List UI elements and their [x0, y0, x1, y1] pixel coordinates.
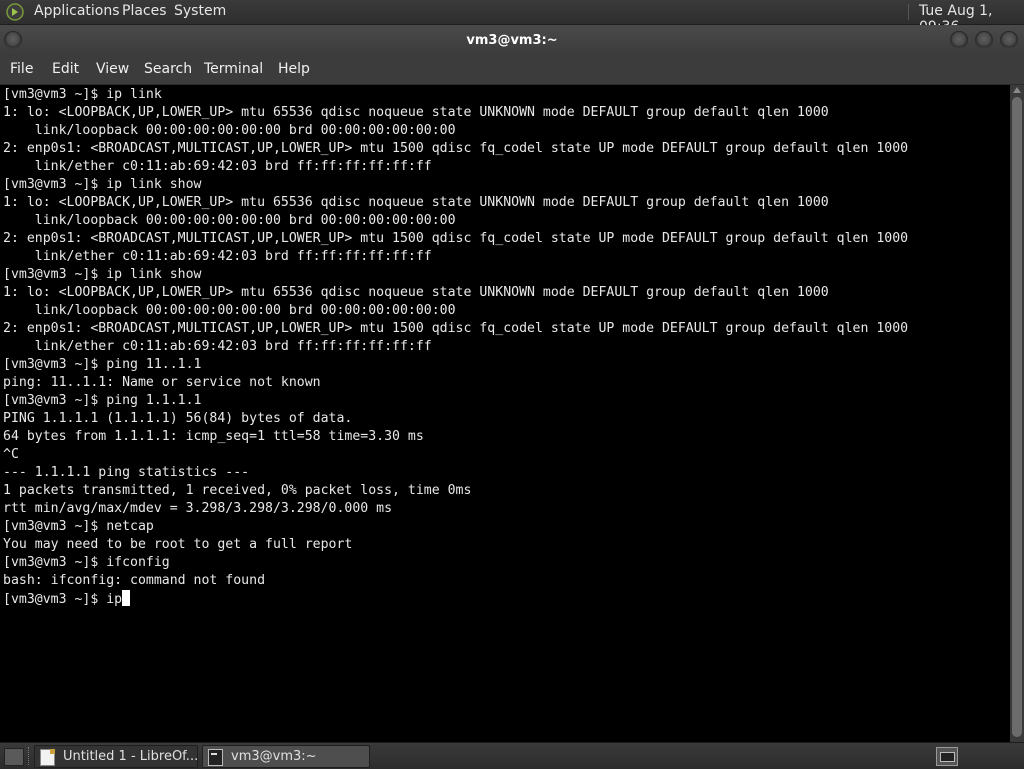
terminal-line: [vm3@vm3 ~]$ ip link: [3, 87, 162, 102]
terminal-line: 2: enp0s1: <BROADCAST,MULTICAST,UP,LOWER…: [3, 141, 909, 156]
menu-view[interactable]: View: [96, 61, 129, 77]
libreoffice-writer-icon: [40, 749, 55, 766]
terminal-line: ping: 11..1.1: Name or service not known: [3, 375, 321, 390]
terminal-lines: [vm3@vm3 ~]$ ip link 1: lo: <LOOPBACK,UP,…: [3, 86, 908, 608]
scrollbar-thumb[interactable]: [1012, 97, 1022, 737]
text-cursor: [122, 590, 131, 606]
menu-terminal[interactable]: Terminal: [204, 61, 263, 77]
terminal-line: 2: enp0s1: <BROADCAST,MULTICAST,UP,LOWER…: [3, 231, 909, 246]
gnome-foot-icon[interactable]: [6, 3, 24, 21]
panel-separator: [28, 747, 31, 765]
taskbar-item-libreoffice[interactable]: Untitled 1 - LibreOf...: [34, 745, 198, 768]
menu-help[interactable]: Help: [278, 61, 310, 77]
terminal-line: link/loopback 00:00:00:00:00:00 brd 00:0…: [3, 213, 456, 228]
bottom-panel: Untitled 1 - LibreOf... vm3@vm3:~: [0, 742, 1024, 769]
system-menu[interactable]: System: [174, 3, 226, 19]
terminal-line: link/ether c0:11:ab:69:42:03 brd ff:ff:f…: [3, 339, 432, 354]
taskbar-item-terminal[interactable]: vm3@vm3:~: [202, 745, 370, 768]
menubar: File Edit View Search Terminal Help: [0, 56, 1024, 85]
minimize-button[interactable]: [950, 31, 968, 49]
terminal-line: 1 packets transmitted, 1 received, 0% pa…: [3, 483, 472, 498]
window-title: vm3@vm3:~: [466, 33, 558, 48]
terminal-output[interactable]: [vm3@vm3 ~]$ ip link 1: lo: <LOOPBACK,UP,…: [0, 85, 1010, 742]
terminal-line: link/loopback 00:00:00:00:00:00 brd 00:0…: [3, 123, 456, 138]
menu-file[interactable]: File: [10, 61, 33, 77]
terminal-prompt-line[interactable]: [vm3@vm3 ~]$ ip: [3, 590, 908, 608]
workspace-switcher-icon[interactable]: [936, 747, 958, 766]
show-desktop-icon[interactable]: [4, 748, 24, 766]
terminal-line: [vm3@vm3 ~]$ ping 11..1.1: [3, 357, 202, 372]
taskbar-item-label: vm3@vm3:~: [231, 749, 317, 764]
applications-menu[interactable]: Applications: [34, 3, 120, 19]
terminal-line: PING 1.1.1.1 (1.1.1.1) 56(84) bytes of d…: [3, 411, 353, 426]
scroll-up-arrow-icon[interactable]: [1013, 87, 1021, 93]
terminal-line: [vm3@vm3 ~]$ ip link show: [3, 267, 202, 282]
terminal-line: 1: lo: <LOOPBACK,UP,LOWER_UP> mtu 65536 …: [3, 105, 829, 120]
terminal-line: 2: enp0s1: <BROADCAST,MULTICAST,UP,LOWER…: [3, 321, 909, 336]
terminal-line: [vm3@vm3 ~]$ ip link show: [3, 177, 202, 192]
vertical-scrollbar[interactable]: [1010, 85, 1024, 742]
top-panel: Applications Places System Tue Aug 1, 09…: [0, 0, 1024, 35]
terminal-icon: [208, 749, 223, 766]
close-button[interactable]: [1000, 31, 1018, 49]
maximize-button[interactable]: [975, 31, 993, 49]
terminal-line: --- 1.1.1.1 ping statistics ---: [3, 465, 250, 480]
panel-separator: [908, 4, 909, 20]
window-titlebar[interactable]: vm3@vm3:~: [0, 25, 1024, 56]
terminal-line: You may need to be root to get a full re…: [3, 537, 353, 552]
places-menu[interactable]: Places: [122, 3, 167, 19]
current-command-input[interactable]: [vm3@vm3 ~]$ ip: [3, 592, 122, 607]
taskbar-item-label: Untitled 1 - LibreOf...: [63, 749, 199, 764]
terminal-line: bash: ifconfig: command not found: [3, 573, 266, 588]
terminal-line: 1: lo: <LOOPBACK,UP,LOWER_UP> mtu 65536 …: [3, 195, 829, 210]
terminal-line: link/loopback 00:00:00:00:00:00 brd 00:0…: [3, 303, 456, 318]
menu-search[interactable]: Search: [144, 61, 192, 77]
terminal-line: [vm3@vm3 ~]$ ifconfig: [3, 555, 170, 570]
terminal-line: [vm3@vm3 ~]$ netcap: [3, 519, 154, 534]
terminal-line: rtt min/avg/max/mdev = 3.298/3.298/3.298…: [3, 501, 393, 516]
terminal-line: link/ether c0:11:ab:69:42:03 brd ff:ff:f…: [3, 159, 432, 174]
terminal-line: [vm3@vm3 ~]$ ping 1.1.1.1: [3, 393, 202, 408]
terminal-line: link/ether c0:11:ab:69:42:03 brd ff:ff:f…: [3, 249, 432, 264]
menu-edit[interactable]: Edit: [52, 61, 79, 77]
terminal-line: 1: lo: <LOOPBACK,UP,LOWER_UP> mtu 65536 …: [3, 285, 829, 300]
terminal-line: 64 bytes from 1.1.1.1: icmp_seq=1 ttl=58…: [3, 429, 424, 444]
terminal-line: ^C: [3, 447, 19, 462]
